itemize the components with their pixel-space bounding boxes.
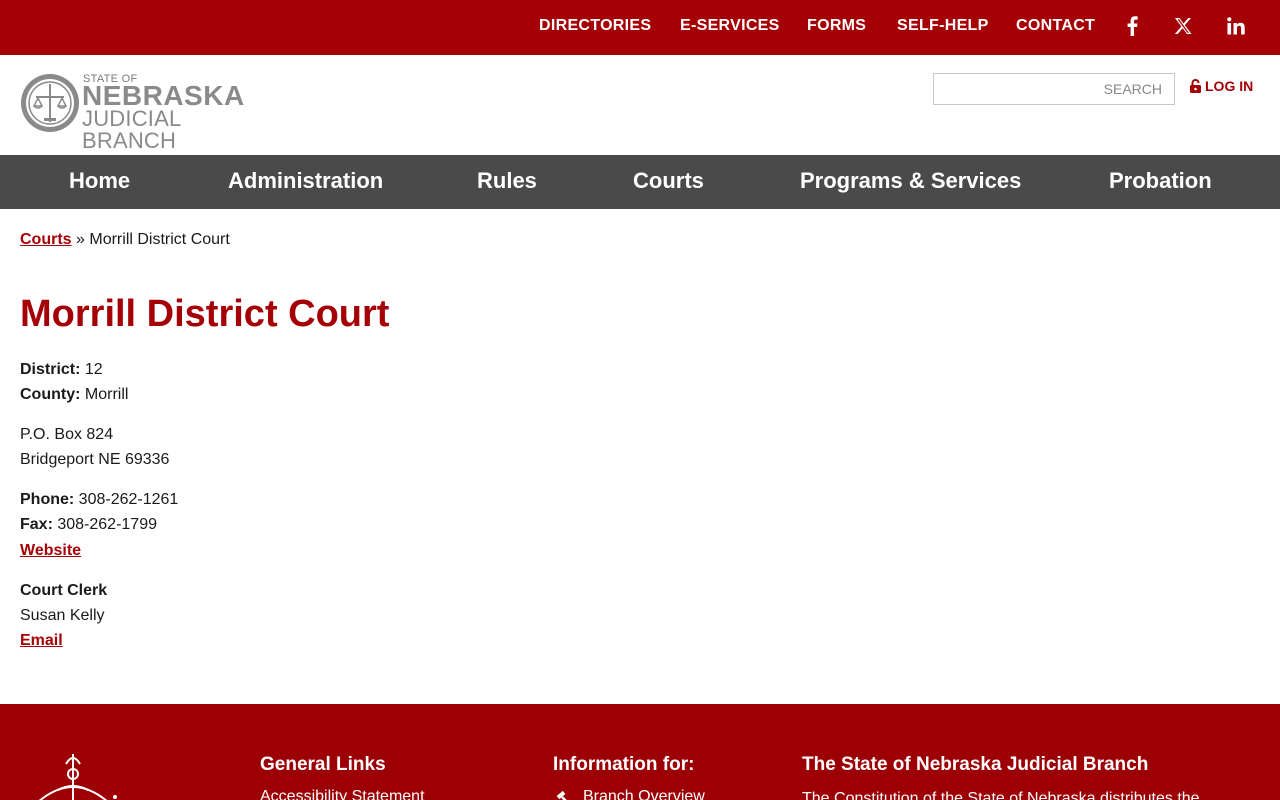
search-input[interactable]	[933, 73, 1175, 105]
county-row: County: Morrill	[20, 386, 128, 404]
breadcrumb-courts-link[interactable]: Courts	[20, 231, 72, 248]
nebraska-seal-icon	[21, 74, 79, 132]
district-row: District: 12	[20, 361, 103, 379]
address-line-1: P.O. Box 824	[20, 426, 114, 443]
clerk-heading: Court Clerk	[20, 582, 108, 599]
clerk-label: Court Clerk	[20, 582, 107, 600]
footer-accessibility-link[interactable]: Accessibility Statement	[260, 788, 425, 800]
website-link[interactable]: Website	[20, 542, 81, 559]
email-link[interactable]: Email	[20, 632, 63, 649]
main-nav-home[interactable]: Home	[69, 168, 130, 194]
main-nav-programs-services[interactable]: Programs & Services	[800, 168, 1021, 194]
county-label: County:	[20, 386, 81, 403]
main-nav-administration[interactable]: Administration	[228, 168, 383, 194]
lock-icon	[1190, 79, 1201, 93]
district-label: District:	[20, 361, 81, 378]
linkedin-icon[interactable]	[1225, 15, 1247, 37]
nav-e-services[interactable]: E-SERVICES	[680, 17, 780, 35]
footer-branch-overview-link[interactable]: Branch Overview	[583, 788, 705, 800]
logo-judicial-branch: JUDICIAL BRANCH	[82, 106, 181, 153]
fax-label: Fax:	[20, 516, 53, 533]
login-label: LOG IN	[1205, 78, 1254, 94]
main-nav-probation[interactable]: Probation	[1109, 168, 1212, 194]
footer-emblem-icon	[38, 754, 117, 800]
page-title: Morrill District Court	[20, 293, 390, 335]
top-bar: DIRECTORIES E-SERVICES FORMS SELF-HELP C…	[0, 0, 1280, 55]
main-navigation: Home Administration Rules Courts Program…	[0, 155, 1280, 209]
site-logo[interactable]: STATE OF NEBRASKA JUDICIAL BRANCH	[20, 72, 280, 152]
phone-value: 308-262-1261	[78, 491, 179, 508]
phone-label: Phone:	[20, 491, 75, 508]
main-nav-rules[interactable]: Rules	[477, 168, 537, 194]
nav-directories[interactable]: DIRECTORIES	[539, 17, 651, 35]
facebook-icon[interactable]	[1121, 15, 1143, 37]
breadcrumb-current: Morrill District Court	[89, 231, 230, 248]
footer: General Links Accessibility Statement In…	[0, 704, 1280, 800]
footer-general-links-heading: General Links	[260, 754, 386, 775]
breadcrumb: Courts » Morrill District Court	[20, 231, 230, 249]
address-line-2: Bridgeport NE 69336	[20, 451, 170, 468]
phone-row: Phone: 308-262-1261	[20, 491, 178, 509]
nav-forms[interactable]: FORMS	[807, 17, 866, 35]
clerk-name: Susan Kelly	[20, 607, 105, 624]
nav-contact[interactable]: CONTACT	[1016, 17, 1095, 35]
breadcrumb-separator: »	[76, 231, 85, 248]
login-link[interactable]: LOG IN	[1189, 78, 1253, 94]
main-nav-courts[interactable]: Courts	[633, 168, 704, 194]
district-value: 12	[84, 361, 103, 378]
nav-self-help[interactable]: SELF-HELP	[897, 17, 989, 35]
footer-about-text: The Constitution of the State of Nebrask…	[802, 790, 1200, 800]
x-icon[interactable]	[1172, 15, 1194, 37]
fax-row: Fax: 308-262-1799	[20, 516, 157, 534]
email-row: Email	[20, 632, 63, 650]
footer-info-for-heading: Information for:	[553, 754, 695, 775]
footer-about-heading: The State of Nebraska Judicial Branch	[802, 754, 1149, 775]
gavel-icon	[556, 790, 567, 800]
website-row: Website	[20, 542, 81, 560]
county-value: Morrill	[84, 386, 129, 403]
fax-value: 308-262-1799	[57, 516, 157, 533]
